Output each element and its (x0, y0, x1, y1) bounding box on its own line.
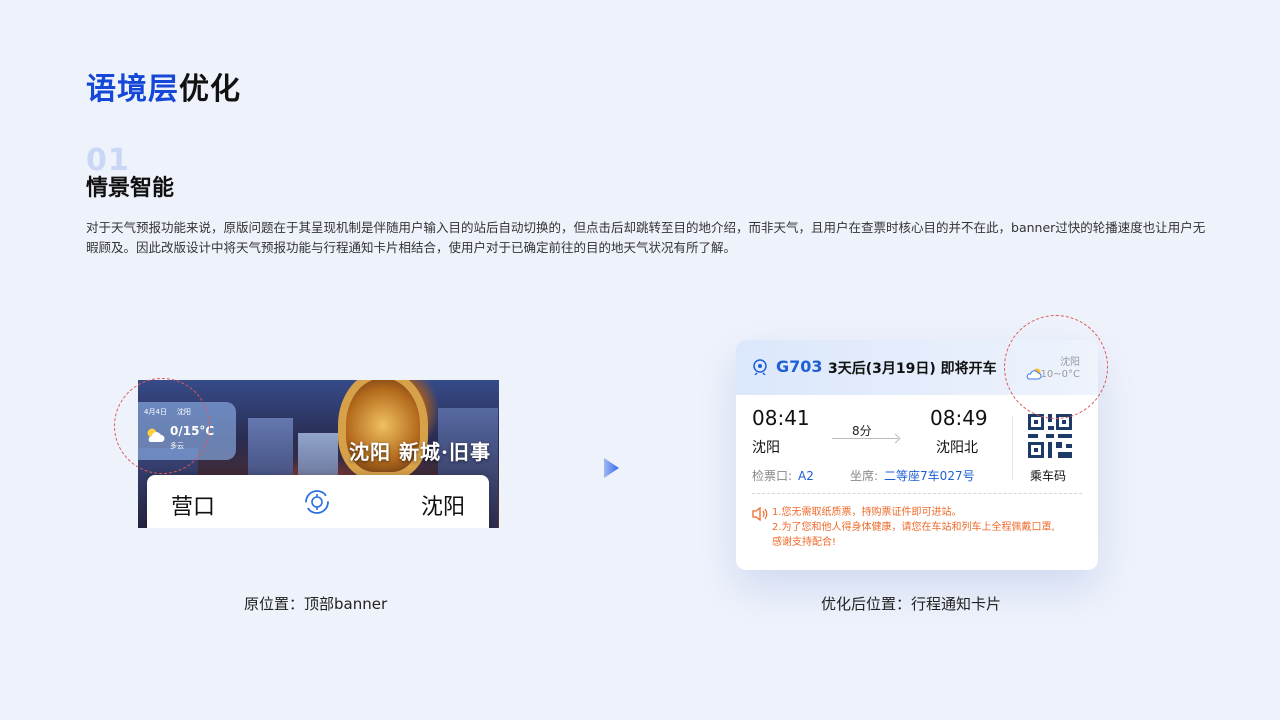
qr-code-label[interactable]: 乘车码 (1030, 467, 1066, 484)
notice-line: 1.您无需取纸质票，持购票证件即可进站。 (772, 507, 962, 518)
banner-slogan: 沈阳 新城·旧事 (349, 440, 491, 464)
departure-countdown: 3天后(3月19日) 即将开车 (828, 361, 997, 377)
vertical-divider (1012, 416, 1013, 480)
swap-stations-icon[interactable] (304, 489, 330, 519)
arrival-station: 沈阳北 (936, 440, 978, 456)
page-title-accent: 语境层 (86, 72, 179, 107)
notice-line: 2.为了您和他人得身体健康，请您在车站和列车上全程佩戴口罩, (772, 522, 1055, 533)
page-title: 语境层优化 (86, 64, 241, 108)
departure-time: 08:41 (752, 406, 810, 430)
seat-info: 坐席: 二等座7车027号 (850, 467, 975, 484)
train-icon (752, 359, 768, 379)
caption-optimized: 优化后位置：行程通知卡片 (821, 595, 1002, 613)
duration-arrow (832, 438, 898, 439)
from-station[interactable]: 营口 (171, 489, 215, 521)
trip-notice: 1.您无需取纸质票，持购票证件即可进站。 2.为了您和他人得身体健康，请您在车站… (772, 505, 1055, 550)
page-title-rest: 优化 (179, 72, 241, 107)
seat-label: 坐席: (850, 469, 879, 483)
route-search-card: 营口 沈阳 (147, 475, 489, 528)
ring-building-shape (338, 380, 428, 480)
gate-label: 检票口: (752, 469, 793, 483)
arrival-time: 08:49 (930, 406, 988, 430)
gate-value: A2 (798, 469, 814, 483)
gate-info: 检票口: A2 (752, 467, 814, 484)
train-number: G703 (776, 357, 823, 376)
caption-original: 原位置：顶部banner (244, 595, 388, 613)
notice-line: 感谢支持配合! (772, 537, 837, 548)
highlight-circle-trip (1004, 315, 1108, 419)
highlight-circle-banner (114, 378, 210, 474)
departure-station: 沈阳 (752, 440, 780, 456)
arrow-right-icon (604, 458, 620, 484)
section-description: 对于天气预报功能来说，原版问题在于其呈现机制是伴随用户输入目的站后自动切换的，但… (86, 220, 1206, 255)
to-station[interactable]: 沈阳 (421, 489, 465, 521)
trip-duration: 8分 (852, 424, 872, 438)
qr-code-icon[interactable] (1028, 414, 1072, 458)
seat-value: 二等座7车027号 (884, 469, 975, 483)
speaker-icon (752, 506, 768, 525)
dashed-divider (752, 493, 1082, 494)
section-title: 情景智能 (86, 176, 175, 201)
